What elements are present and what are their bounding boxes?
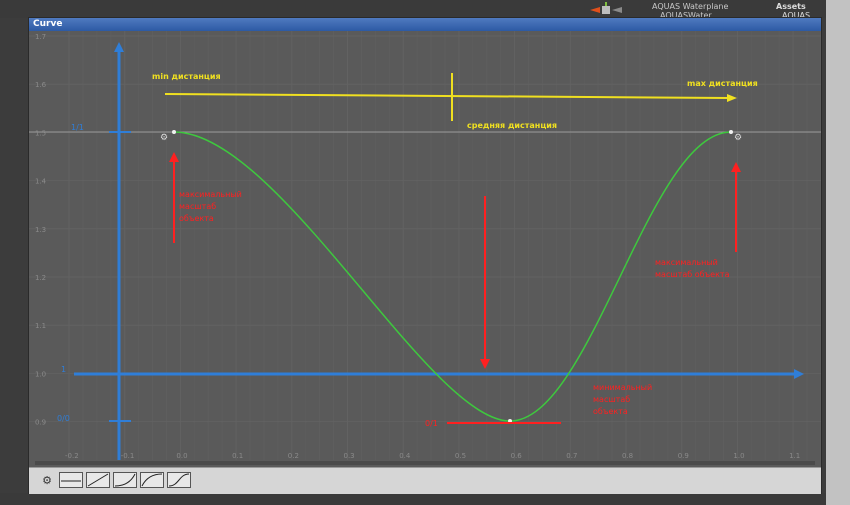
red-min-value: 0/1 [425, 419, 438, 428]
inspector-edge-panel [826, 0, 850, 505]
max-distance-label: max дистанция [687, 79, 758, 88]
curve-graph[interactable]: -0.2 -0.1 0.0 0.1 0.2 0.3 0.4 0.5 0.6 0.7 0.8 0.9 1.… [29, 18, 821, 467]
curve-key-start[interactable] [172, 130, 176, 134]
x-tick-label: 0.1 [232, 452, 243, 460]
blue-label-top: 1/1 [71, 123, 84, 132]
y-tick-label: 1.0 [35, 370, 46, 378]
y-tick-label: 1.4 [35, 178, 47, 186]
y-tick-label: 1.1 [35, 322, 46, 330]
x-tick-label: 1.0 [733, 452, 744, 460]
blue-label-mid: 1 [61, 365, 66, 374]
preset-ease-in-out-button[interactable] [167, 472, 191, 488]
y-tick-label: 1.7 [35, 33, 46, 41]
project-item[interactable]: AQUAS Waterplane [652, 2, 728, 11]
preset-linear-button[interactable] [86, 472, 110, 488]
curve-editor-window: Curve -0.2 -0.1 0.0 0.1 0.2 0.3 0.4 0.5 0.6 0.7 0.… [28, 17, 822, 494]
x-tick-label: 0.9 [678, 452, 689, 460]
preset-ease-in-button[interactable] [113, 472, 137, 488]
blue-label-bottom: 0/0 [57, 414, 70, 423]
y-tick-label: 1.3 [35, 226, 46, 234]
curve-key-end[interactable] [729, 130, 733, 134]
x-tick-label: 0.7 [566, 452, 577, 460]
x-tick-label: 0.2 [288, 452, 299, 460]
key-gear-icon-end[interactable]: ⚙ [734, 133, 742, 143]
y-tick-label: 0.9 [35, 419, 46, 427]
x-tick-label: -0.1 [121, 452, 135, 460]
min-distance-label: min дистанция [152, 72, 221, 81]
y-tick-label: 1.6 [35, 81, 47, 89]
preset-ease-out-button[interactable] [140, 472, 164, 488]
mid-distance-label: средняя дистанция [467, 121, 557, 130]
x-tick-label: 1.1 [789, 452, 800, 460]
x-tick-label: 0.0 [176, 452, 187, 460]
graph-scrollbar[interactable] [35, 461, 815, 465]
x-tick-label: 0.5 [455, 452, 466, 460]
x-tick-label: 0.6 [511, 452, 523, 460]
y-tick-label: 1.5 [35, 129, 46, 137]
editor-bottom-bar [0, 493, 826, 505]
scene-gizmo-icon[interactable] [590, 0, 630, 18]
assets-folder[interactable]: Assets [776, 2, 806, 11]
x-tick-label: 0.8 [622, 452, 633, 460]
x-tick-label: 0.3 [344, 452, 355, 460]
key-gear-icon-start[interactable]: ⚙ [160, 133, 168, 143]
x-tick-label: -0.2 [65, 452, 79, 460]
x-tick-label: 0.4 [399, 452, 411, 460]
curve-toolbar: ⚙ [29, 467, 821, 494]
gear-icon[interactable]: ⚙ [39, 474, 55, 488]
preset-constant-button[interactable] [59, 472, 83, 488]
y-tick-label: 1.2 [35, 274, 46, 282]
